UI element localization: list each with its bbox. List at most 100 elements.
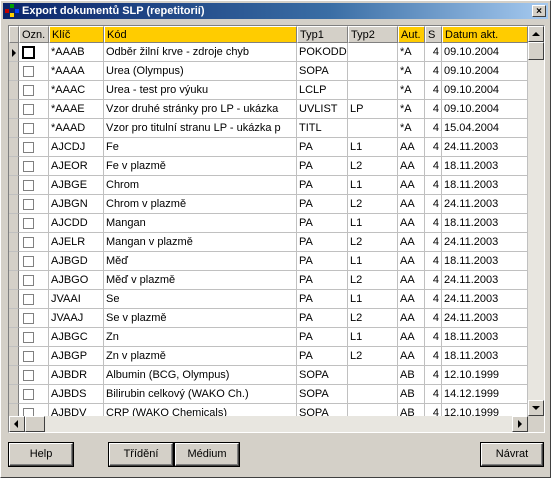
cell-klic[interactable]: *AAAA (49, 62, 104, 81)
cell-klic[interactable]: AJBGE (49, 176, 104, 195)
cell-s[interactable]: 4 (425, 366, 442, 385)
cell-aut[interactable]: AA (398, 138, 425, 157)
cell-kod[interactable]: Zn v plazmě (104, 347, 297, 366)
column-header-typ1[interactable]: Typ1 (297, 26, 348, 43)
cell-kod[interactable]: Fe (104, 138, 297, 157)
cell-typ1[interactable]: LCLP (297, 81, 348, 100)
cell-aut[interactable]: AA (398, 195, 425, 214)
horizontal-scroll-thumb[interactable] (25, 416, 45, 432)
cell-datum[interactable]: 09.10.2004 (442, 43, 528, 62)
cell-datum[interactable]: 18.11.2003 (442, 214, 528, 233)
cell-kod[interactable]: Měď (104, 252, 297, 271)
cell-s[interactable]: 4 (425, 195, 442, 214)
cell-datum[interactable]: 24.11.2003 (442, 138, 528, 157)
cell-aut[interactable]: AA (398, 214, 425, 233)
cell-s[interactable]: 4 (425, 385, 442, 404)
cell-kod[interactable]: Se (104, 290, 297, 309)
cell-kod[interactable]: Urea (Olympus) (104, 62, 297, 81)
scroll-down-button[interactable] (528, 400, 544, 416)
cell-kod[interactable]: Chrom (104, 176, 297, 195)
cell-s[interactable]: 4 (425, 119, 442, 138)
cell-aut[interactable]: AA (398, 176, 425, 195)
cell-typ1[interactable]: UVLIST (297, 100, 348, 119)
cell-klic[interactable]: AJCDJ (49, 138, 104, 157)
table-row[interactable]: AJBGO Měď v plazmě PA L2 AA 4 24.11.2003 (9, 271, 528, 290)
cell-typ1[interactable]: TITL (297, 119, 348, 138)
cell-kod[interactable]: Fe v plazmě (104, 157, 297, 176)
mark-checkbox[interactable] (23, 332, 34, 343)
cell-typ1[interactable]: PA (297, 195, 348, 214)
table-row[interactable]: AJEOR Fe v plazmě PA L2 AA 4 18.11.2003 (9, 157, 528, 176)
title-bar[interactable]: Export dokumentů SLP (repetitorií) × (3, 3, 548, 19)
column-header-s[interactable]: S (425, 26, 442, 43)
cell-typ2[interactable]: L1 (348, 214, 398, 233)
table-row[interactable]: AJBGC Zn PA L1 AA 4 18.11.2003 (9, 328, 528, 347)
cell-typ2[interactable]: L2 (348, 309, 398, 328)
column-header-klic[interactable]: Klíč (49, 26, 104, 43)
cell-typ1[interactable]: SOPA (297, 366, 348, 385)
cell-kod[interactable]: Mangan v plazmě (104, 233, 297, 252)
cell-datum[interactable]: 24.11.2003 (442, 290, 528, 309)
mark-checkbox[interactable] (23, 161, 34, 172)
cell-aut[interactable]: AA (398, 157, 425, 176)
cell-typ1[interactable]: PA (297, 309, 348, 328)
cell-s[interactable]: 4 (425, 100, 442, 119)
table-row[interactable]: *AAAC Urea - test pro výuku LCLP *A 4 09.10.2… (9, 81, 528, 100)
cell-datum[interactable]: 12.10.1999 (442, 366, 528, 385)
column-header-aut[interactable]: Aut. (398, 26, 425, 43)
cell-aut[interactable]: *A (398, 100, 425, 119)
cell-typ2[interactable]: L1 (348, 328, 398, 347)
cell-typ2[interactable]: L1 (348, 252, 398, 271)
cell-klic[interactable]: AJBGD (49, 252, 104, 271)
mark-checkbox[interactable] (23, 389, 34, 400)
cell-typ2[interactable]: L2 (348, 271, 398, 290)
cell-s[interactable]: 4 (425, 62, 442, 81)
cell-aut[interactable]: AB (398, 385, 425, 404)
cell-typ1[interactable]: POKODD (297, 43, 348, 62)
cell-typ2[interactable]: L1 (348, 176, 398, 195)
cell-typ2[interactable]: L1 (348, 138, 398, 157)
cell-aut[interactable]: AA (398, 271, 425, 290)
cell-datum[interactable]: 09.10.2004 (442, 81, 528, 100)
cell-kod[interactable]: Urea - test pro výuku (104, 81, 297, 100)
cell-klic[interactable]: AJBDR (49, 366, 104, 385)
cell-typ2[interactable]: L2 (348, 233, 398, 252)
mark-checkbox[interactable] (23, 85, 34, 96)
cell-typ2[interactable] (348, 62, 398, 81)
cell-kod[interactable]: Zn (104, 328, 297, 347)
cell-typ2[interactable]: L2 (348, 157, 398, 176)
cell-klic[interactable]: AJBDS (49, 385, 104, 404)
cell-aut[interactable]: AA (398, 252, 425, 271)
cell-datum[interactable]: 24.11.2003 (442, 195, 528, 214)
cell-typ1[interactable]: PA (297, 347, 348, 366)
cell-typ2[interactable]: L1 (348, 290, 398, 309)
cell-klic[interactable]: AJELR (49, 233, 104, 252)
table-row[interactable]: AJBDR Albumin (BCG, Olympus) SOPA AB 4 12.10.… (9, 366, 528, 385)
help-button[interactable]: Help (8, 442, 74, 467)
table-row[interactable]: *AAAB Odběr žilní krve - zdroje chyb POKOD… (9, 43, 528, 62)
cell-klic[interactable]: AJBGP (49, 347, 104, 366)
cell-klic[interactable]: AJEOR (49, 157, 104, 176)
cell-datum[interactable]: 14.12.1999 (442, 385, 528, 404)
cell-datum[interactable]: 09.10.2004 (442, 100, 528, 119)
cell-typ2[interactable] (348, 81, 398, 100)
table-row[interactable]: JVAAJ Se v plazmě PA L2 AA 4 24.11.2003 (9, 309, 528, 328)
mark-checkbox[interactable] (23, 313, 34, 324)
mark-checkbox[interactable] (23, 180, 34, 191)
cell-aut[interactable]: AA (398, 309, 425, 328)
cell-kod[interactable]: Vzor pro titulní stranu LP - ukázka p (104, 119, 297, 138)
mark-checkbox[interactable] (23, 351, 34, 362)
cell-datum[interactable]: 24.11.2003 (442, 271, 528, 290)
table-row[interactable]: AJBGD Měď PA L1 AA 4 18.11.2003 (9, 252, 528, 271)
cell-datum[interactable]: 18.11.2003 (442, 157, 528, 176)
cell-kod[interactable]: Vzor druhé stránky pro LP - ukázka (104, 100, 297, 119)
cell-s[interactable]: 4 (425, 176, 442, 195)
cell-s[interactable]: 4 (425, 138, 442, 157)
scroll-right-button[interactable] (512, 416, 528, 432)
cell-s[interactable]: 4 (425, 328, 442, 347)
cell-aut[interactable]: AA (398, 290, 425, 309)
mark-checkbox[interactable] (23, 294, 34, 305)
cell-typ1[interactable]: PA (297, 328, 348, 347)
cell-typ2[interactable]: L2 (348, 347, 398, 366)
trideni-button[interactable]: Třídění (108, 442, 174, 467)
